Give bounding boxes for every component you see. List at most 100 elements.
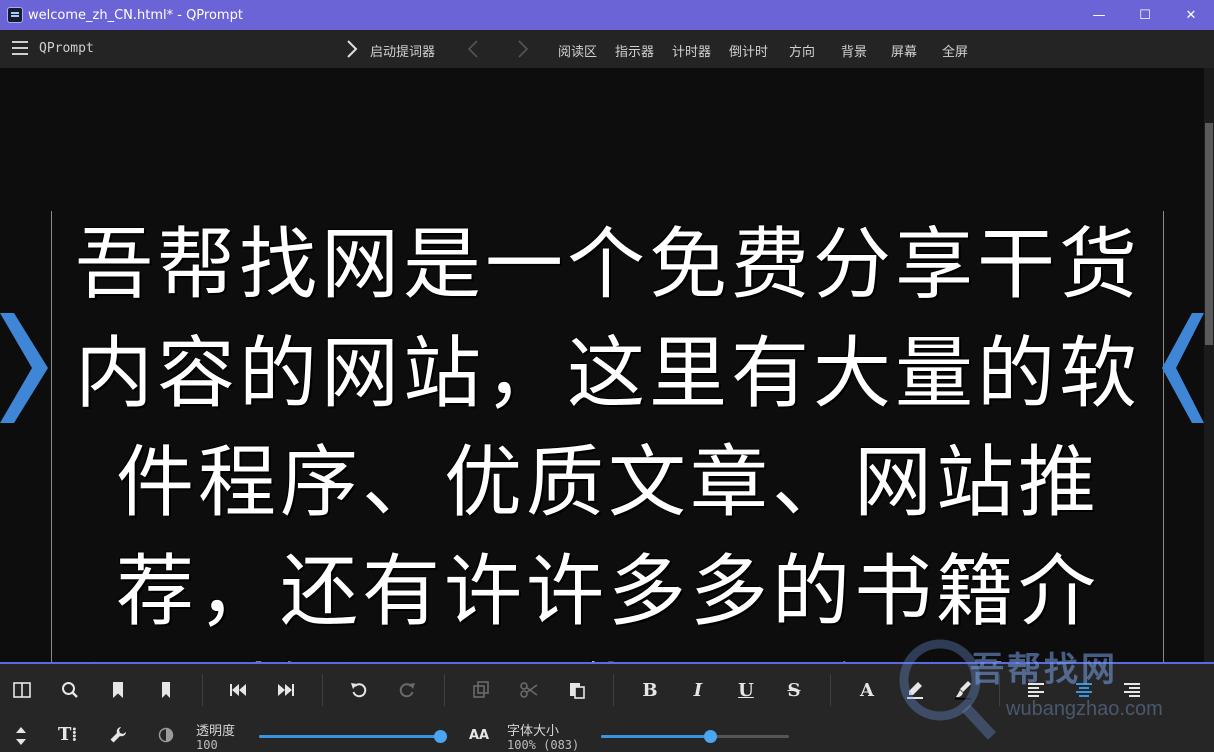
wrench-icon[interactable] — [109, 726, 127, 744]
slider-handle[interactable] — [434, 730, 447, 743]
search-icon — [62, 682, 78, 698]
scrollbar-thumb[interactable] — [1205, 123, 1213, 345]
undo-button[interactable] — [341, 672, 377, 708]
align-left-icon — [1028, 683, 1044, 697]
menu-item-orientation[interactable]: 方向 — [789, 41, 815, 60]
prompter-text[interactable]: 吾帮找网是一个免费分享干货 内容的网站，这里有大量的软 件程序、优质文章、网站推… — [62, 211, 1154, 662]
toolbar-separator — [613, 674, 614, 706]
slider-handle[interactable] — [704, 730, 717, 743]
align-center-icon — [1076, 683, 1092, 697]
bold-icon: B — [642, 679, 658, 701]
italic-icon: I — [693, 679, 703, 701]
editor-toolbar-row: B I U S A — [0, 672, 1214, 708]
app-name: QPrompt — [39, 41, 94, 56]
left-margin-line — [51, 211, 52, 662]
brush-icon — [955, 681, 971, 700]
toolbar-separator — [999, 674, 1000, 706]
reading-pointer-left-icon[interactable] — [0, 313, 48, 423]
redo-icon — [399, 683, 415, 698]
font-size-icon: AA — [469, 728, 490, 743]
maximize-button[interactable]: ☐ — [1122, 0, 1168, 30]
chevron-left-icon[interactable] — [467, 40, 479, 58]
underline-button[interactable]: U — [728, 672, 764, 708]
split-view-icon — [13, 682, 31, 698]
font-size-label: 字体大小 — [507, 724, 560, 739]
opacity-slider[interactable] — [259, 728, 447, 744]
close-icon: ✕ — [1185, 7, 1197, 23]
background-color-button[interactable] — [945, 672, 981, 708]
bookmark-icon — [113, 682, 123, 698]
find-button[interactable] — [52, 672, 88, 708]
paste-icon — [570, 683, 585, 699]
undo-icon — [351, 683, 367, 698]
window-controls: — ☐ ✕ — [1076, 0, 1214, 30]
align-left-button[interactable] — [1018, 672, 1054, 708]
qprompt-window: welcome_zh_CN.html* - QPrompt — ☐ ✕ QPro… — [0, 0, 1214, 752]
window-title: welcome_zh_CN.html* - QPrompt — [28, 7, 243, 23]
font-size-value: 100% (083) — [507, 738, 580, 752]
bold-button[interactable]: B — [632, 672, 668, 708]
bookmark-button[interactable] — [100, 672, 136, 708]
opacity-label: 透明度 — [196, 724, 236, 739]
menu-item-background[interactable]: 背景 — [841, 41, 867, 60]
prompter-line: 吾帮找网是一个免费分享干货 — [74, 220, 1141, 310]
split-view-button[interactable] — [4, 672, 40, 708]
toolbar-separator — [830, 674, 831, 706]
next-marker-button[interactable] — [268, 672, 304, 708]
text-color-button[interactable] — [897, 672, 933, 708]
reading-pointer-right-icon[interactable] — [1162, 313, 1204, 423]
previous-marker-button[interactable] — [220, 672, 256, 708]
toolbar-separator — [202, 674, 203, 706]
skip-forward-icon — [278, 684, 294, 696]
menu-item-fullscreen[interactable]: 全屏 — [942, 41, 968, 60]
menu-item-pointer[interactable]: 指示器 — [615, 41, 654, 60]
align-center-button[interactable] — [1066, 672, 1102, 708]
opacity-value: 100 — [196, 738, 218, 752]
control-row: T⁞ 透明度 100 AA 字体大小 100% (083) — [0, 716, 1214, 752]
hamburger-menu-icon[interactable] — [12, 41, 28, 55]
copy-button[interactable] — [463, 672, 499, 708]
cut-button[interactable] — [511, 672, 547, 708]
chevron-right-icon[interactable] — [517, 40, 529, 58]
paste-button[interactable] — [559, 672, 595, 708]
menu-item-screen[interactable]: 屏幕 — [891, 41, 917, 60]
prompter-line: 荐，还有许许多多的书籍介 — [115, 547, 1100, 637]
strikethrough-button[interactable]: S — [776, 672, 812, 708]
vertical-scrollbar[interactable] — [1204, 68, 1214, 662]
bookmark-filled-icon — [162, 682, 170, 698]
text-format-icon[interactable]: T⁞ — [58, 724, 77, 745]
minimize-button[interactable]: — — [1076, 0, 1122, 30]
redo-button[interactable] — [389, 672, 425, 708]
copy-icon — [473, 681, 489, 698]
menu-item-timer[interactable]: 计时器 — [672, 41, 711, 60]
qprompt-app-icon — [7, 7, 23, 23]
menu-item-countdown[interactable]: 倒计时 — [729, 41, 768, 60]
align-right-button[interactable] — [1114, 672, 1150, 708]
chevron-right-icon[interactable] — [345, 39, 359, 59]
font-size-slider[interactable] — [601, 728, 789, 744]
menu-item-reading-region[interactable]: 阅读区 — [558, 41, 597, 60]
prompter-area[interactable]: 吾帮找网是一个免费分享干货 内容的网站，这里有大量的软 件程序、优质文章、网站推… — [0, 68, 1204, 662]
toolbar-separator — [322, 674, 323, 706]
slider-fill — [601, 735, 711, 738]
skip-back-icon — [230, 684, 246, 696]
font-button[interactable]: A — [849, 672, 885, 708]
font-color-icon: A — [860, 679, 874, 701]
close-button[interactable]: ✕ — [1168, 0, 1214, 30]
minimize-icon: — — [1092, 7, 1106, 23]
italic-button[interactable]: I — [680, 672, 716, 708]
editor-toolbar: B I U S A T⁞ 透明度 100 AA 字体大小 100% (083) — [0, 662, 1214, 752]
bookmark-list-button[interactable] — [148, 672, 184, 708]
right-margin-line — [1163, 211, 1164, 662]
maximize-icon: ☐ — [1139, 7, 1151, 23]
start-prompter-button[interactable]: 启动提词器 — [370, 41, 435, 60]
toolbar-separator — [444, 674, 445, 706]
strikethrough-icon: S — [787, 679, 801, 701]
up-down-arrows-icon[interactable] — [14, 726, 28, 746]
main-toolbar: QPrompt 启动提词器 阅读区 指示器 计时器 倒计时 方向 背景 屏幕 全… — [0, 30, 1214, 68]
highlight-icon — [907, 682, 923, 699]
contrast-icon[interactable] — [158, 727, 174, 743]
cut-icon — [520, 682, 538, 698]
align-right-icon — [1124, 683, 1140, 697]
underline-icon: U — [738, 679, 754, 701]
